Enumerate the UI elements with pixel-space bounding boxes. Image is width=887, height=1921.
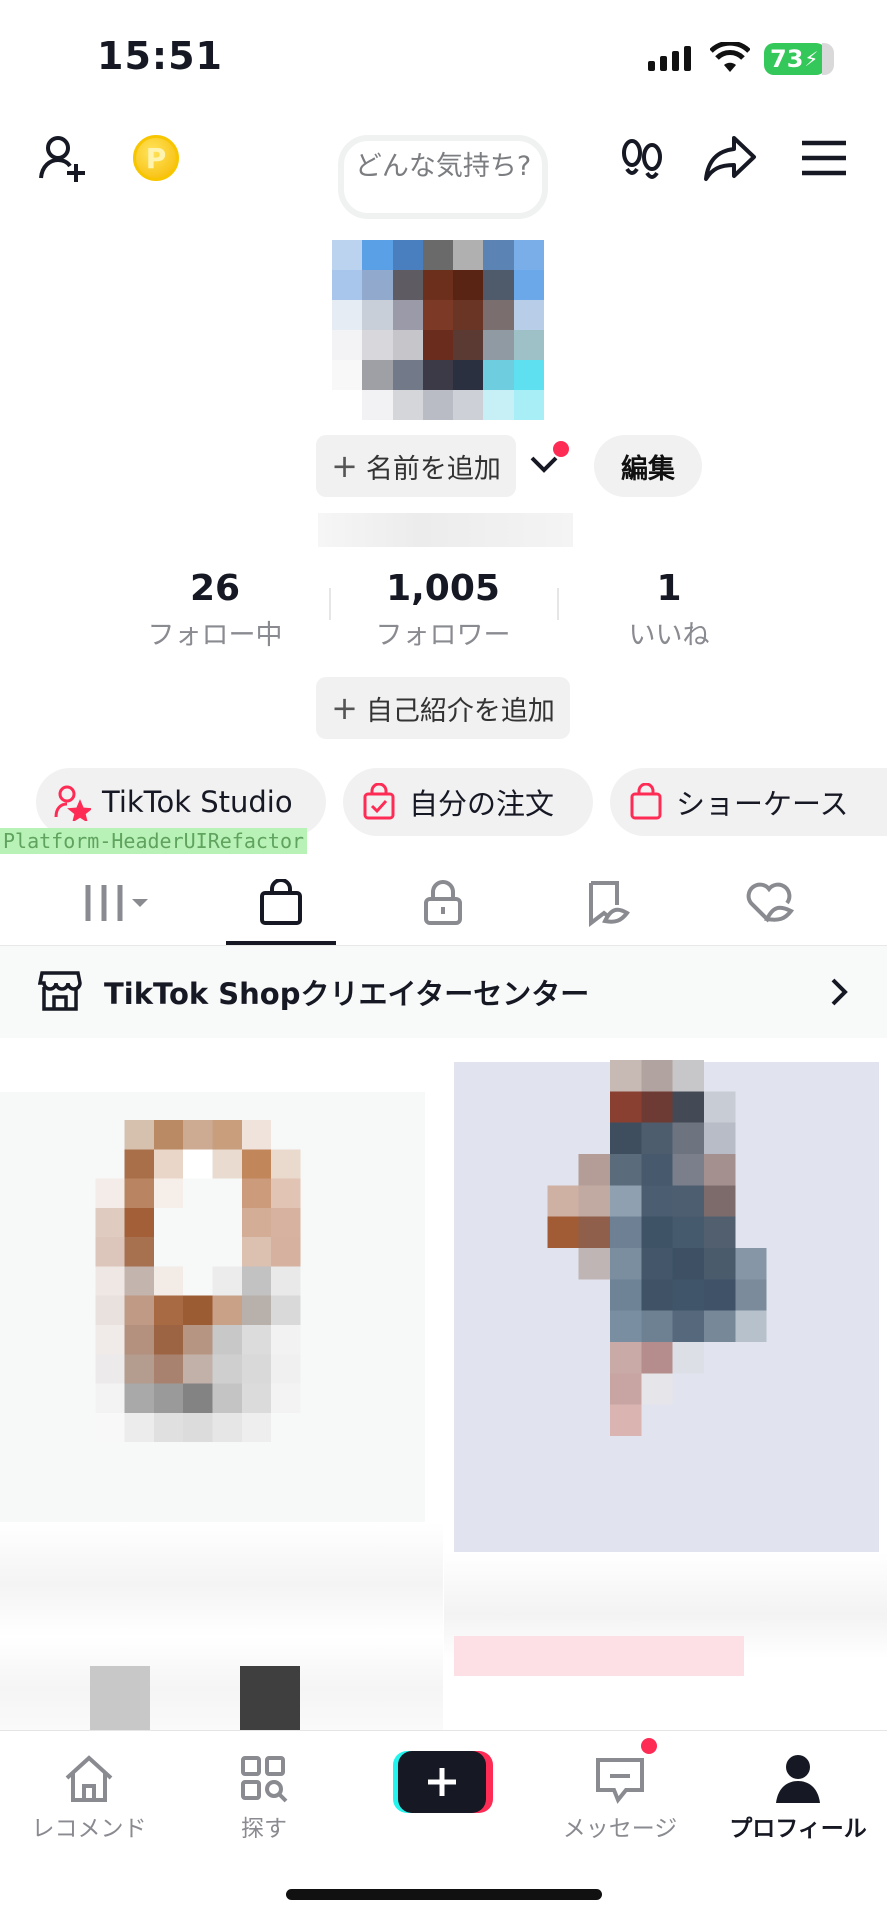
shop-bag-icon: [258, 878, 304, 931]
bag-check-icon: [359, 782, 399, 822]
status-time: 15:51: [97, 34, 223, 78]
profile-icon: [728, 1749, 868, 1809]
product-thumbnail: [547, 1060, 767, 1436]
tiktok-studio-label: TikTok Studio: [102, 785, 293, 819]
liked-icon: [743, 879, 795, 931]
add-name-button[interactable]: + 名前を追加: [316, 435, 516, 497]
stat-followers[interactable]: 1,005 フォロワー: [343, 568, 543, 652]
nav-discover-label: 探す: [241, 1816, 287, 1842]
wifi-icon: [709, 40, 751, 78]
product-card[interactable]: [0, 1038, 443, 1730]
home-icon: [24, 1749, 154, 1809]
tab-reposts[interactable]: [552, 865, 662, 945]
my-orders-button[interactable]: 自分の注文: [343, 768, 593, 836]
stat-divider: [557, 588, 559, 620]
mood-bubble[interactable]: どんな気持ち?: [338, 135, 548, 219]
inbox-notification-dot: [641, 1738, 657, 1754]
message-icon: [555, 1749, 685, 1809]
lock-icon: [422, 879, 464, 931]
tab-private[interactable]: [388, 865, 498, 945]
nav-inbox-label: メッセージ: [562, 1816, 678, 1842]
nav-home[interactable]: レコメンド: [24, 1749, 154, 1843]
showcase-button[interactable]: ショーケース: [610, 768, 887, 836]
stat-following[interactable]: 26 フォロー中: [115, 568, 315, 652]
nav-discover[interactable]: 探す: [199, 1749, 329, 1843]
add-name-label: 名前を追加: [365, 453, 501, 485]
plus-icon: +: [331, 447, 358, 485]
showcase-label: ショーケース: [676, 787, 849, 821]
nav-home-label: レコメンド: [31, 1816, 147, 1842]
notification-dot: [553, 441, 569, 457]
tiktok-studio-button[interactable]: TikTok Studio: [36, 768, 326, 836]
product-thumbnail: [95, 1120, 301, 1443]
stat-divider: [329, 588, 331, 620]
menu-icon[interactable]: [794, 128, 854, 188]
home-indicator: [286, 1889, 602, 1900]
stat-followers-value: 1,005: [386, 568, 500, 609]
shop-creator-center-banner[interactable]: TikTok Shopクリエイターセンター: [0, 946, 887, 1038]
nav-profile-label: プロフィール: [729, 1816, 867, 1842]
add-bio-label: 自己紹介を追加: [365, 695, 555, 727]
stat-likes-value: 1: [656, 568, 682, 609]
plus-icon: +: [331, 689, 358, 727]
stat-following-value: 26: [189, 568, 241, 609]
footprint-icon[interactable]: [612, 128, 672, 188]
stat-following-label: フォロー中: [147, 620, 283, 651]
add-bio-button[interactable]: + 自己紹介を追加: [316, 677, 570, 739]
username-blurred: [318, 513, 573, 547]
edit-profile-button[interactable]: 編集: [594, 435, 702, 497]
nav-profile[interactable]: プロフィール: [728, 1749, 868, 1843]
debug-label: Platform-HeaderUIRefactor: [0, 828, 308, 854]
chevron-right-icon: [829, 976, 849, 1012]
create-button[interactable]: [393, 1751, 493, 1813]
product-card[interactable]: [444, 1038, 887, 1730]
storefront-icon: [37, 969, 82, 1015]
bag-icon: [626, 782, 666, 822]
plus-icon: [398, 1751, 486, 1813]
share-icon[interactable]: [700, 128, 760, 188]
tab-liked[interactable]: [714, 865, 824, 945]
avatar[interactable]: [332, 240, 544, 420]
my-orders-label: 自分の注文: [409, 787, 555, 821]
discover-icon: [199, 1749, 329, 1809]
stat-likes-label: いいね: [628, 620, 710, 651]
battery-tip: [822, 43, 834, 75]
battery-indicator: 73 ⚡: [764, 43, 826, 75]
grid-icon: [78, 879, 158, 931]
repost-icon: [583, 879, 631, 931]
shop-banner-label: TikTok Shopクリエイターセンター: [104, 977, 590, 1011]
tab-shop[interactable]: [226, 865, 336, 945]
stat-followers-label: フォロワー: [375, 620, 511, 651]
stat-likes[interactable]: 1 いいね: [569, 568, 769, 652]
profile-tabs: [0, 865, 887, 945]
person-star-icon: [52, 782, 92, 822]
tab-videos[interactable]: [63, 865, 173, 945]
coin-icon[interactable]: P: [133, 135, 179, 181]
cellular-signal-icon: [648, 46, 691, 71]
nav-inbox[interactable]: メッセージ: [555, 1749, 685, 1843]
add-friend-icon[interactable]: [34, 128, 94, 188]
